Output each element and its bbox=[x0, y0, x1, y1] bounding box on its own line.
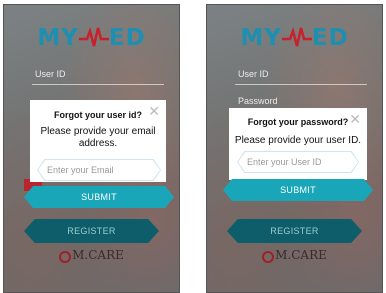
close-icon[interactable]: ✕ bbox=[349, 112, 361, 126]
submit-button[interactable]: SUBMIT bbox=[223, 179, 373, 201]
brand-text: M.CARE bbox=[275, 248, 327, 262]
heartbeat-icon bbox=[78, 26, 109, 47]
user-id-input-placeholder: Enter your User ID bbox=[247, 157, 322, 167]
user-id-field[interactable]: User ID bbox=[32, 69, 164, 85]
mcare-ring-icon bbox=[262, 251, 275, 263]
dialog-message: Please provide your user ID. bbox=[234, 135, 362, 146]
dialog-title: Forgot your password? bbox=[247, 117, 349, 127]
mcare-logo: M.CARE bbox=[207, 248, 382, 263]
forgot-user-id-screen: MY ED User ID REGISTER M.CARE ✕ Forgot yo… bbox=[3, 4, 180, 293]
app-logo: MY ED bbox=[4, 25, 179, 51]
brand-text: M.CARE bbox=[72, 248, 124, 262]
user-id-input[interactable]: Enter your User ID bbox=[237, 151, 359, 173]
mcare-ring-icon bbox=[59, 251, 72, 263]
app-logo: MY ED bbox=[207, 25, 382, 51]
close-icon[interactable]: ✕ bbox=[148, 104, 160, 118]
submit-button[interactable]: SUBMIT bbox=[24, 186, 174, 208]
logo-text-left: MY bbox=[37, 25, 79, 51]
logo-text-right: ED bbox=[108, 25, 146, 51]
user-id-field[interactable]: User ID bbox=[235, 69, 367, 85]
email-input-placeholder: Enter your Email bbox=[47, 165, 114, 175]
mcare-logo: M.CARE bbox=[4, 248, 179, 263]
email-input[interactable]: Enter your Email bbox=[37, 159, 161, 181]
heartbeat-icon bbox=[281, 26, 312, 47]
dialog-title: Forgot your user id? bbox=[53, 110, 142, 120]
logo-text-right: ED bbox=[311, 25, 349, 51]
dialog-message: Please provide your email address. bbox=[40, 126, 156, 149]
logo-text-left: MY bbox=[240, 25, 282, 51]
register-button[interactable]: REGISTER bbox=[24, 219, 159, 243]
forgot-password-screen: MY ED User ID Password REGISTER M.CARE ✕ … bbox=[206, 4, 383, 293]
register-button[interactable]: REGISTER bbox=[227, 219, 362, 243]
